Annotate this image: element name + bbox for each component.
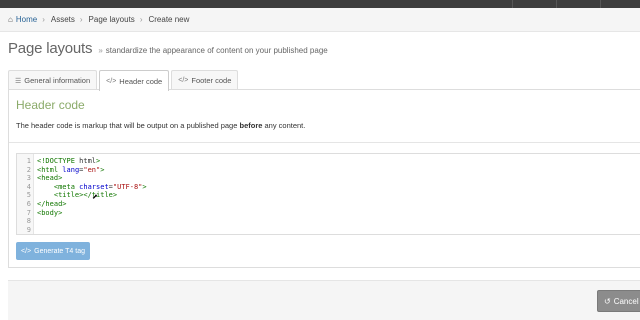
- subtitle-marker: »: [98, 46, 103, 55]
- code-text: <body>: [37, 208, 63, 217]
- line-number: 2: [26, 165, 31, 174]
- breadcrumb-create-new: Create new: [148, 15, 190, 24]
- panel-title: Header code: [16, 98, 85, 112]
- desc-bold: before: [239, 121, 263, 130]
- tab-header-code[interactable]: </> Header code: [99, 70, 170, 91]
- line-number: 7: [26, 208, 31, 217]
- header-code-panel: Header code The header code is markup th…: [8, 89, 640, 268]
- line-number: 5: [26, 191, 31, 200]
- tab-label: Header code: [119, 76, 163, 86]
- page-subtitle-text: standardize the appearance of content on…: [105, 46, 328, 55]
- generate-t4-tag-button[interactable]: </> Generate T4 tag: [16, 242, 90, 260]
- tab-label: General information: [24, 76, 91, 85]
- code-text: </head>: [37, 200, 67, 208]
- navbar-divider: [512, 0, 513, 8]
- undo-icon: ↺: [604, 296, 611, 306]
- chevron-right-icon: ›: [79, 15, 83, 24]
- code-line[interactable]: 6 </head>: [17, 200, 67, 209]
- desc-text: any content.: [262, 121, 306, 130]
- panel-description: The header code is markup that will be o…: [16, 121, 305, 130]
- form-footer: [8, 280, 640, 320]
- code-icon: </>: [21, 247, 32, 255]
- cancel-button-label: Cancel: [613, 296, 639, 306]
- line-number: 6: [26, 200, 31, 208]
- code-line[interactable]: 5 <title></title>: [17, 191, 117, 200]
- line-number: 8: [26, 217, 31, 226]
- code-line[interactable]: 3 <head>: [17, 174, 63, 183]
- navbar-divider: [556, 0, 557, 8]
- chevron-right-icon: ›: [42, 15, 45, 24]
- code-text: <!DOCTYPE html>: [37, 157, 101, 165]
- top-navbar: [0, 0, 640, 8]
- generate-button-label: Generate T4 tag: [34, 247, 85, 255]
- breadcrumb-page-layouts[interactable]: Page layouts: [89, 15, 135, 24]
- code-editor[interactable]: 1 <!DOCTYPE html> 2 <html lang="en"> 3 <head>…: [16, 153, 640, 235]
- divider: [9, 142, 640, 143]
- code-text: <head>: [37, 174, 63, 183]
- line-number: 4: [26, 182, 31, 191]
- tab-label: Footer code: [191, 76, 232, 85]
- code-line[interactable]: 2 <html lang="en">: [17, 165, 105, 175]
- code-text: <html lang="en">: [37, 165, 105, 174]
- breadcrumb-assets[interactable]: Assets: [51, 15, 75, 24]
- mouse-cursor-icon: ⬈: [92, 192, 99, 203]
- chevron-right-icon: ›: [139, 15, 143, 24]
- tab-bar: ☰ General information </> Header code </…: [8, 70, 240, 91]
- code-line[interactable]: 4 <meta charset="UTF-8">: [17, 182, 147, 192]
- tab-footer-code[interactable]: </> Footer code: [171, 70, 239, 90]
- page-title: Page layouts: [8, 40, 93, 57]
- navbar-divider: [600, 0, 601, 8]
- line-number: 9: [26, 225, 31, 234]
- code-line[interactable]: 1 <!DOCTYPE html>: [17, 157, 100, 166]
- breadcrumb: ⌂ Home › Assets › Page layouts › Create …: [0, 8, 640, 32]
- code-text: <meta charset="UTF-8">: [53, 182, 147, 191]
- code-line[interactable]: 8: [17, 217, 31, 226]
- code-icon: </>: [178, 77, 189, 84]
- desc-text: The header code is markup that will be o…: [16, 121, 240, 130]
- line-number: 1: [26, 157, 31, 165]
- line-number: 3: [26, 174, 31, 183]
- code-text: <title></title>: [53, 191, 118, 200]
- home-icon[interactable]: ⌂: [8, 15, 13, 24]
- cancel-button[interactable]: ↺ Cancel: [597, 290, 640, 312]
- tab-general-information[interactable]: ☰ General information: [8, 70, 98, 90]
- page-header: Page layouts » standardize the appearance…: [8, 40, 328, 57]
- code-line[interactable]: 9: [17, 226, 31, 235]
- breadcrumb-home[interactable]: Home: [16, 15, 37, 24]
- code-icon: </>: [106, 77, 117, 85]
- page-subtitle: » standardize the appearance of content o…: [98, 46, 327, 55]
- code-line[interactable]: 7 <body>: [17, 208, 63, 218]
- sliders-icon: ☰: [15, 77, 22, 85]
